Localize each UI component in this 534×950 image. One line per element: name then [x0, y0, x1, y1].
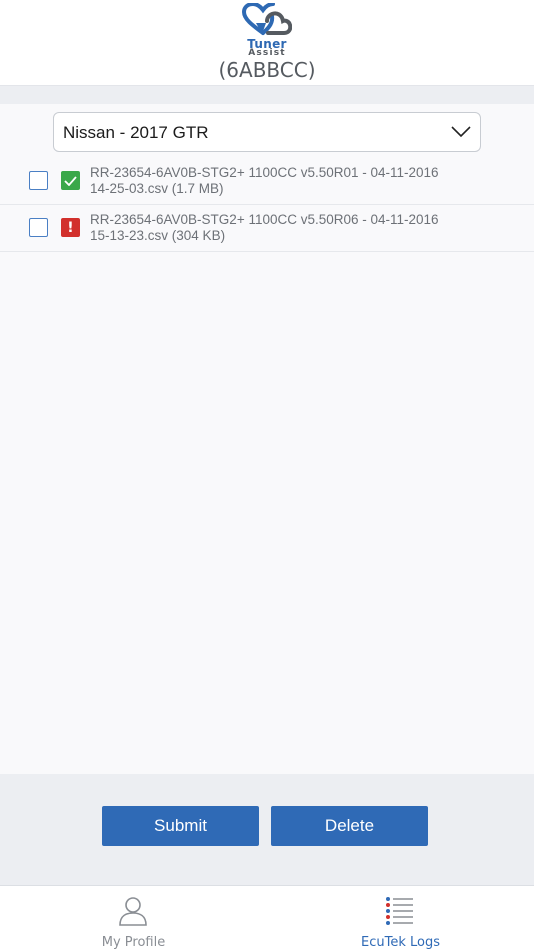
user-icon	[119, 897, 147, 926]
app-header: Tuner Assist (6ABBCC)	[0, 0, 534, 86]
delete-button[interactable]: Delete	[271, 806, 428, 846]
log-file-line2: 15-13-23.csv (304 KB)	[90, 228, 226, 243]
submit-button[interactable]: Submit	[102, 806, 259, 846]
tuner-assist-logo: Tuner Assist	[237, 3, 297, 58]
tab-bar: My Profile EcuTek Logs	[0, 885, 534, 950]
log-row[interactable]: ! RR-23654-6AV0B-STG2+ 1100CC v5.50R06 -…	[0, 205, 534, 252]
log-row-checkbox[interactable]	[29, 218, 48, 237]
action-area: Submit Delete	[0, 774, 534, 885]
chevron-down-icon	[451, 126, 471, 138]
exclamation-icon: !	[61, 218, 80, 237]
log-file-name: RR-23654-6AV0B-STG2+ 1100CC v5.50R06 - 0…	[90, 212, 510, 244]
header-spacer	[0, 86, 534, 104]
list-icon	[386, 897, 413, 925]
log-file-name: RR-23654-6AV0B-STG2+ 1100CC v5.50R01 - 0…	[90, 165, 510, 197]
log-file-line1: RR-23654-6AV0B-STG2+ 1100CC v5.50R06 - 0…	[90, 212, 439, 227]
log-row[interactable]: RR-23654-6AV0B-STG2+ 1100CC v5.50R01 - 0…	[0, 158, 534, 205]
log-row-checkbox[interactable]	[29, 171, 48, 190]
main-content: Nissan - 2017 GTR RR-23654-6AV0B-STG2+ 1…	[0, 104, 534, 774]
logo-text-assist: Assist	[248, 48, 286, 58]
vehicle-select-value: Nissan - 2017 GTR	[63, 123, 209, 142]
tab-my-profile-label: My Profile	[101, 935, 166, 950]
log-list: RR-23654-6AV0B-STG2+ 1100CC v5.50R01 - 0…	[0, 158, 534, 252]
tab-my-profile[interactable]: My Profile	[0, 886, 267, 950]
tab-ecutek-logs-label: EcuTek Logs	[361, 935, 440, 950]
tab-ecutek-logs[interactable]: EcuTek Logs	[267, 886, 534, 950]
check-icon	[61, 171, 80, 190]
device-id: (6ABBCC)	[218, 58, 316, 82]
log-file-line2: 14-25-03.csv (1.7 MB)	[90, 181, 224, 196]
log-file-line1: RR-23654-6AV0B-STG2+ 1100CC v5.50R01 - 0…	[90, 165, 439, 180]
vehicle-select[interactable]: Nissan - 2017 GTR	[53, 112, 481, 152]
logo-mark-icon	[242, 3, 292, 35]
